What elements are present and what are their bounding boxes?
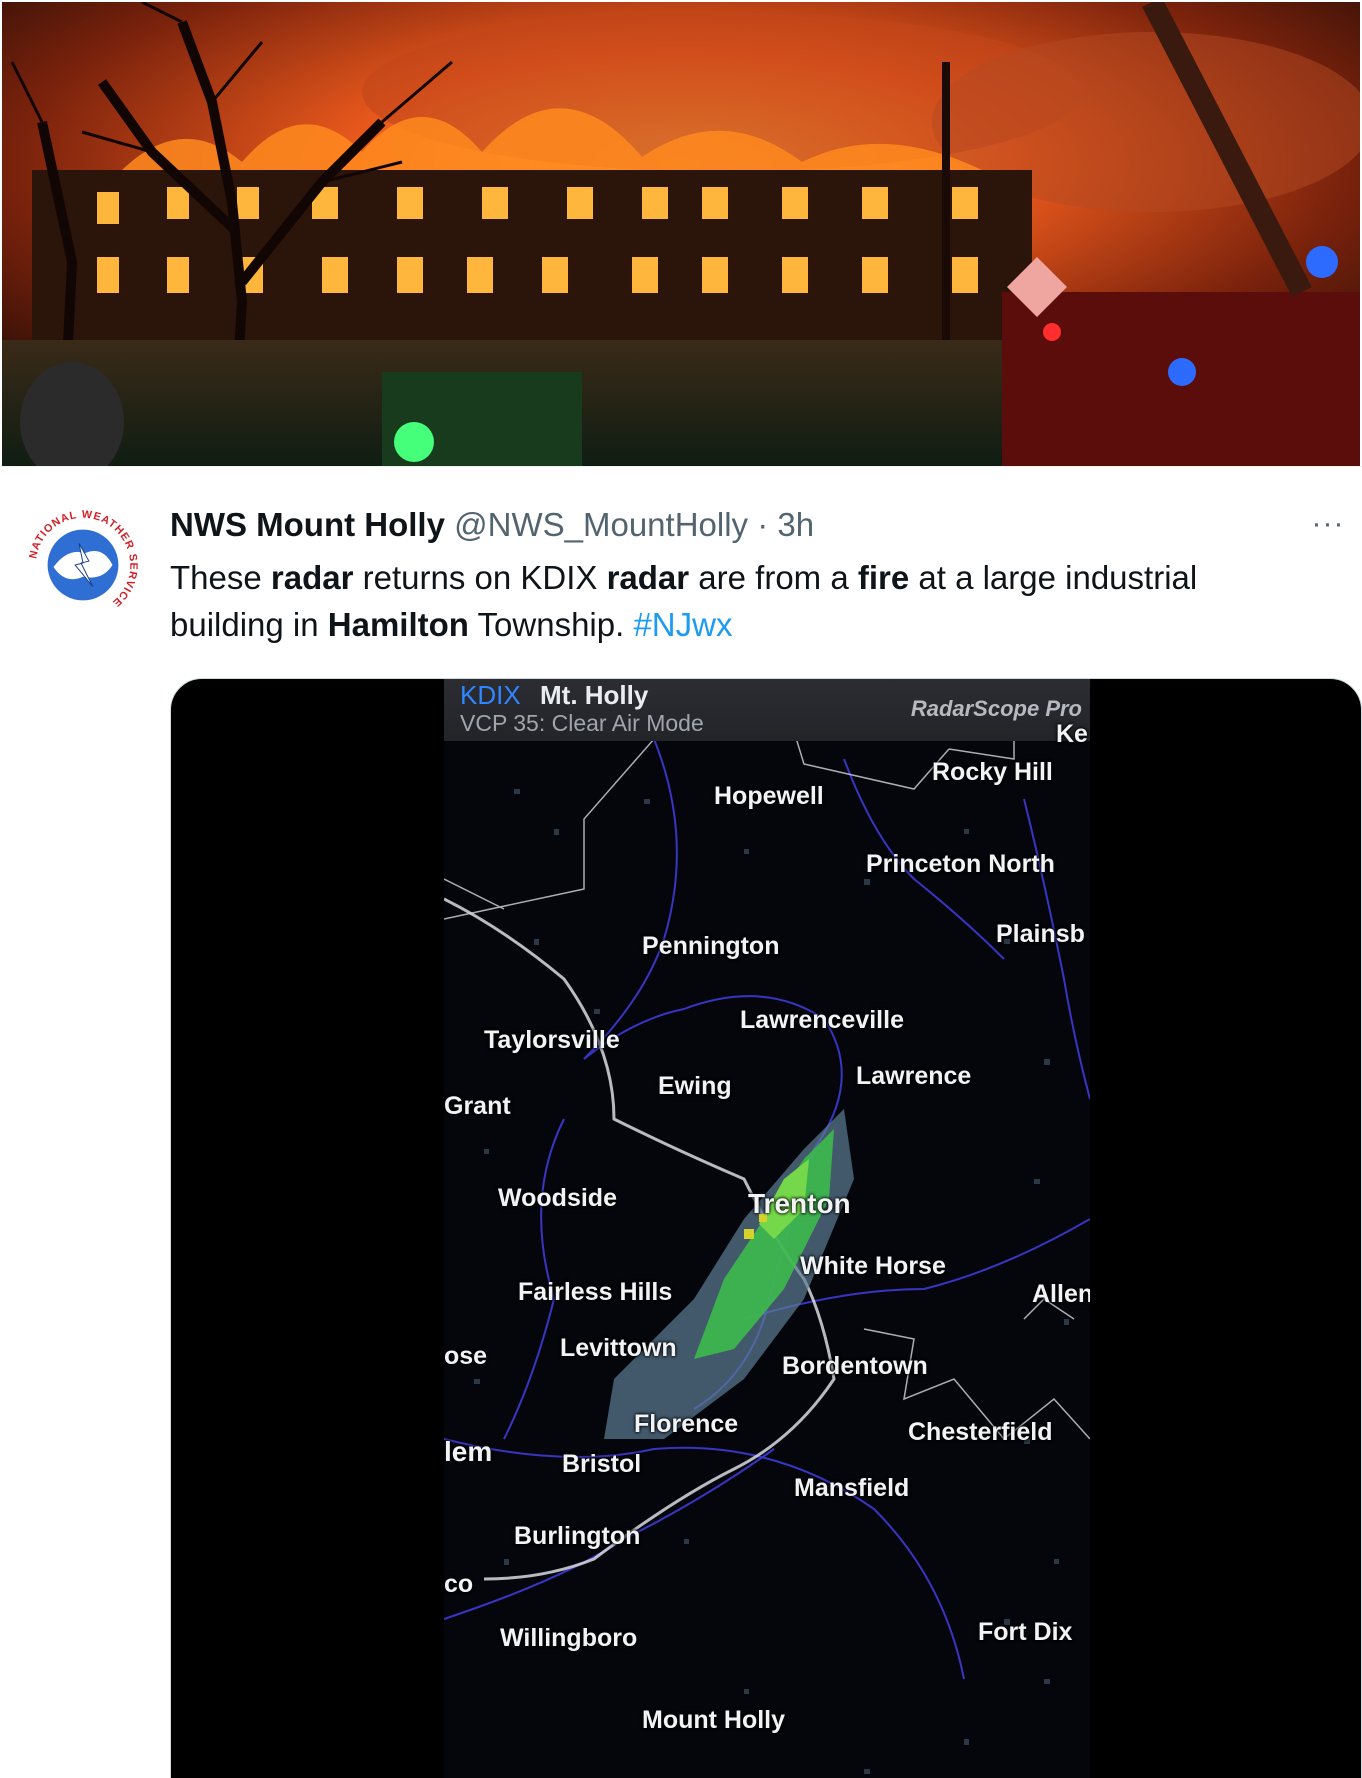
place-label: Ke [1056, 720, 1088, 748]
place-label: Willingboro [500, 1624, 638, 1652]
place-label: Chesterfield [908, 1418, 1053, 1446]
tweet-header: NWS Mount Holly @NWS_MountHolly · 3h [170, 504, 814, 546]
place-label: Bristol [562, 1450, 642, 1478]
tweet-text: These radar returns on KDIX radar are fr… [170, 554, 1320, 648]
place-label: Mount Holly [642, 1706, 786, 1734]
fire-photo[interactable] [2, 2, 1360, 466]
text-part: returns on KDIX [353, 559, 607, 596]
page: NATIONAL WEATHER SERVICE NWS Mount Holly… [0, 0, 1362, 1778]
display-name[interactable]: NWS Mount Holly [170, 506, 445, 543]
place-label: Bordentown [782, 1352, 928, 1380]
text-part: Township. [468, 606, 634, 643]
divider [0, 466, 1362, 467]
place-label: co [444, 1570, 474, 1598]
place-label: Rocky Hill [932, 758, 1053, 786]
station-name: Mt. Holly [540, 680, 649, 710]
place-label: Hopewell [714, 782, 824, 810]
radar-header: KDIX Mt. Holly VCP 35: Clear Air Mode Ra… [444, 679, 1090, 741]
place-label: lem [444, 1436, 493, 1467]
tweet[interactable]: NATIONAL WEATHER SERVICE NWS Mount Holly… [0, 466, 1362, 1778]
text-part: are from a [689, 559, 858, 596]
tweet-media[interactable]: KDIX Mt. Holly VCP 35: Clear Air Mode Ra… [170, 678, 1362, 1778]
place-label: Burlington [514, 1522, 641, 1550]
text-bold-radar-1: radar [270, 559, 354, 596]
place-label: Florence [634, 1410, 739, 1438]
text-bold-hamilton: Hamilton [327, 606, 469, 643]
text-bold-fire: fire [857, 559, 910, 596]
separator: · [757, 506, 769, 543]
timestamp[interactable]: 3h [777, 506, 814, 543]
place-label: Levittown [560, 1334, 677, 1362]
station-id: KDIX [460, 680, 521, 710]
place-label: Lawrenceville [740, 1006, 904, 1034]
text-part: These [170, 559, 271, 596]
place-label: Taylorsville [484, 1026, 620, 1054]
place-label: Plainsb [996, 920, 1085, 948]
place-label: Mansfield [794, 1474, 910, 1502]
radar-screenshot: KDIX Mt. Holly VCP 35: Clear Air Mode Ra… [444, 679, 1090, 1778]
place-label: Pennington [642, 932, 780, 960]
place-label: Woodside [498, 1184, 617, 1212]
place-label: Lawrence [856, 1062, 972, 1090]
place-label: Ewing [658, 1072, 732, 1100]
more-options-button[interactable]: ··· [1308, 509, 1348, 544]
nws-logo-icon: NATIONAL WEATHER SERVICE [25, 507, 141, 623]
place-label: Fairless Hills [518, 1278, 673, 1306]
avatar[interactable]: NATIONAL WEATHER SERVICE [24, 506, 142, 624]
place-label: Grant [444, 1092, 511, 1120]
hashtag-link[interactable]: #NJwx [633, 606, 732, 643]
place-label: Trenton [748, 1188, 851, 1219]
scan-mode: VCP 35: Clear Air Mode [460, 710, 704, 736]
place-label: Princeton North [866, 850, 1055, 878]
text-bold-radar-2: radar [606, 559, 690, 596]
place-label: ose [444, 1342, 488, 1370]
place-label: White Horse [800, 1252, 946, 1280]
handle[interactable]: @NWS_MountHolly [454, 506, 748, 543]
radar-map [444, 698, 1090, 1774]
fire-photo-image [2, 2, 1360, 466]
place-label: Allen [1032, 1280, 1090, 1308]
place-label: Fort Dix [978, 1618, 1073, 1646]
